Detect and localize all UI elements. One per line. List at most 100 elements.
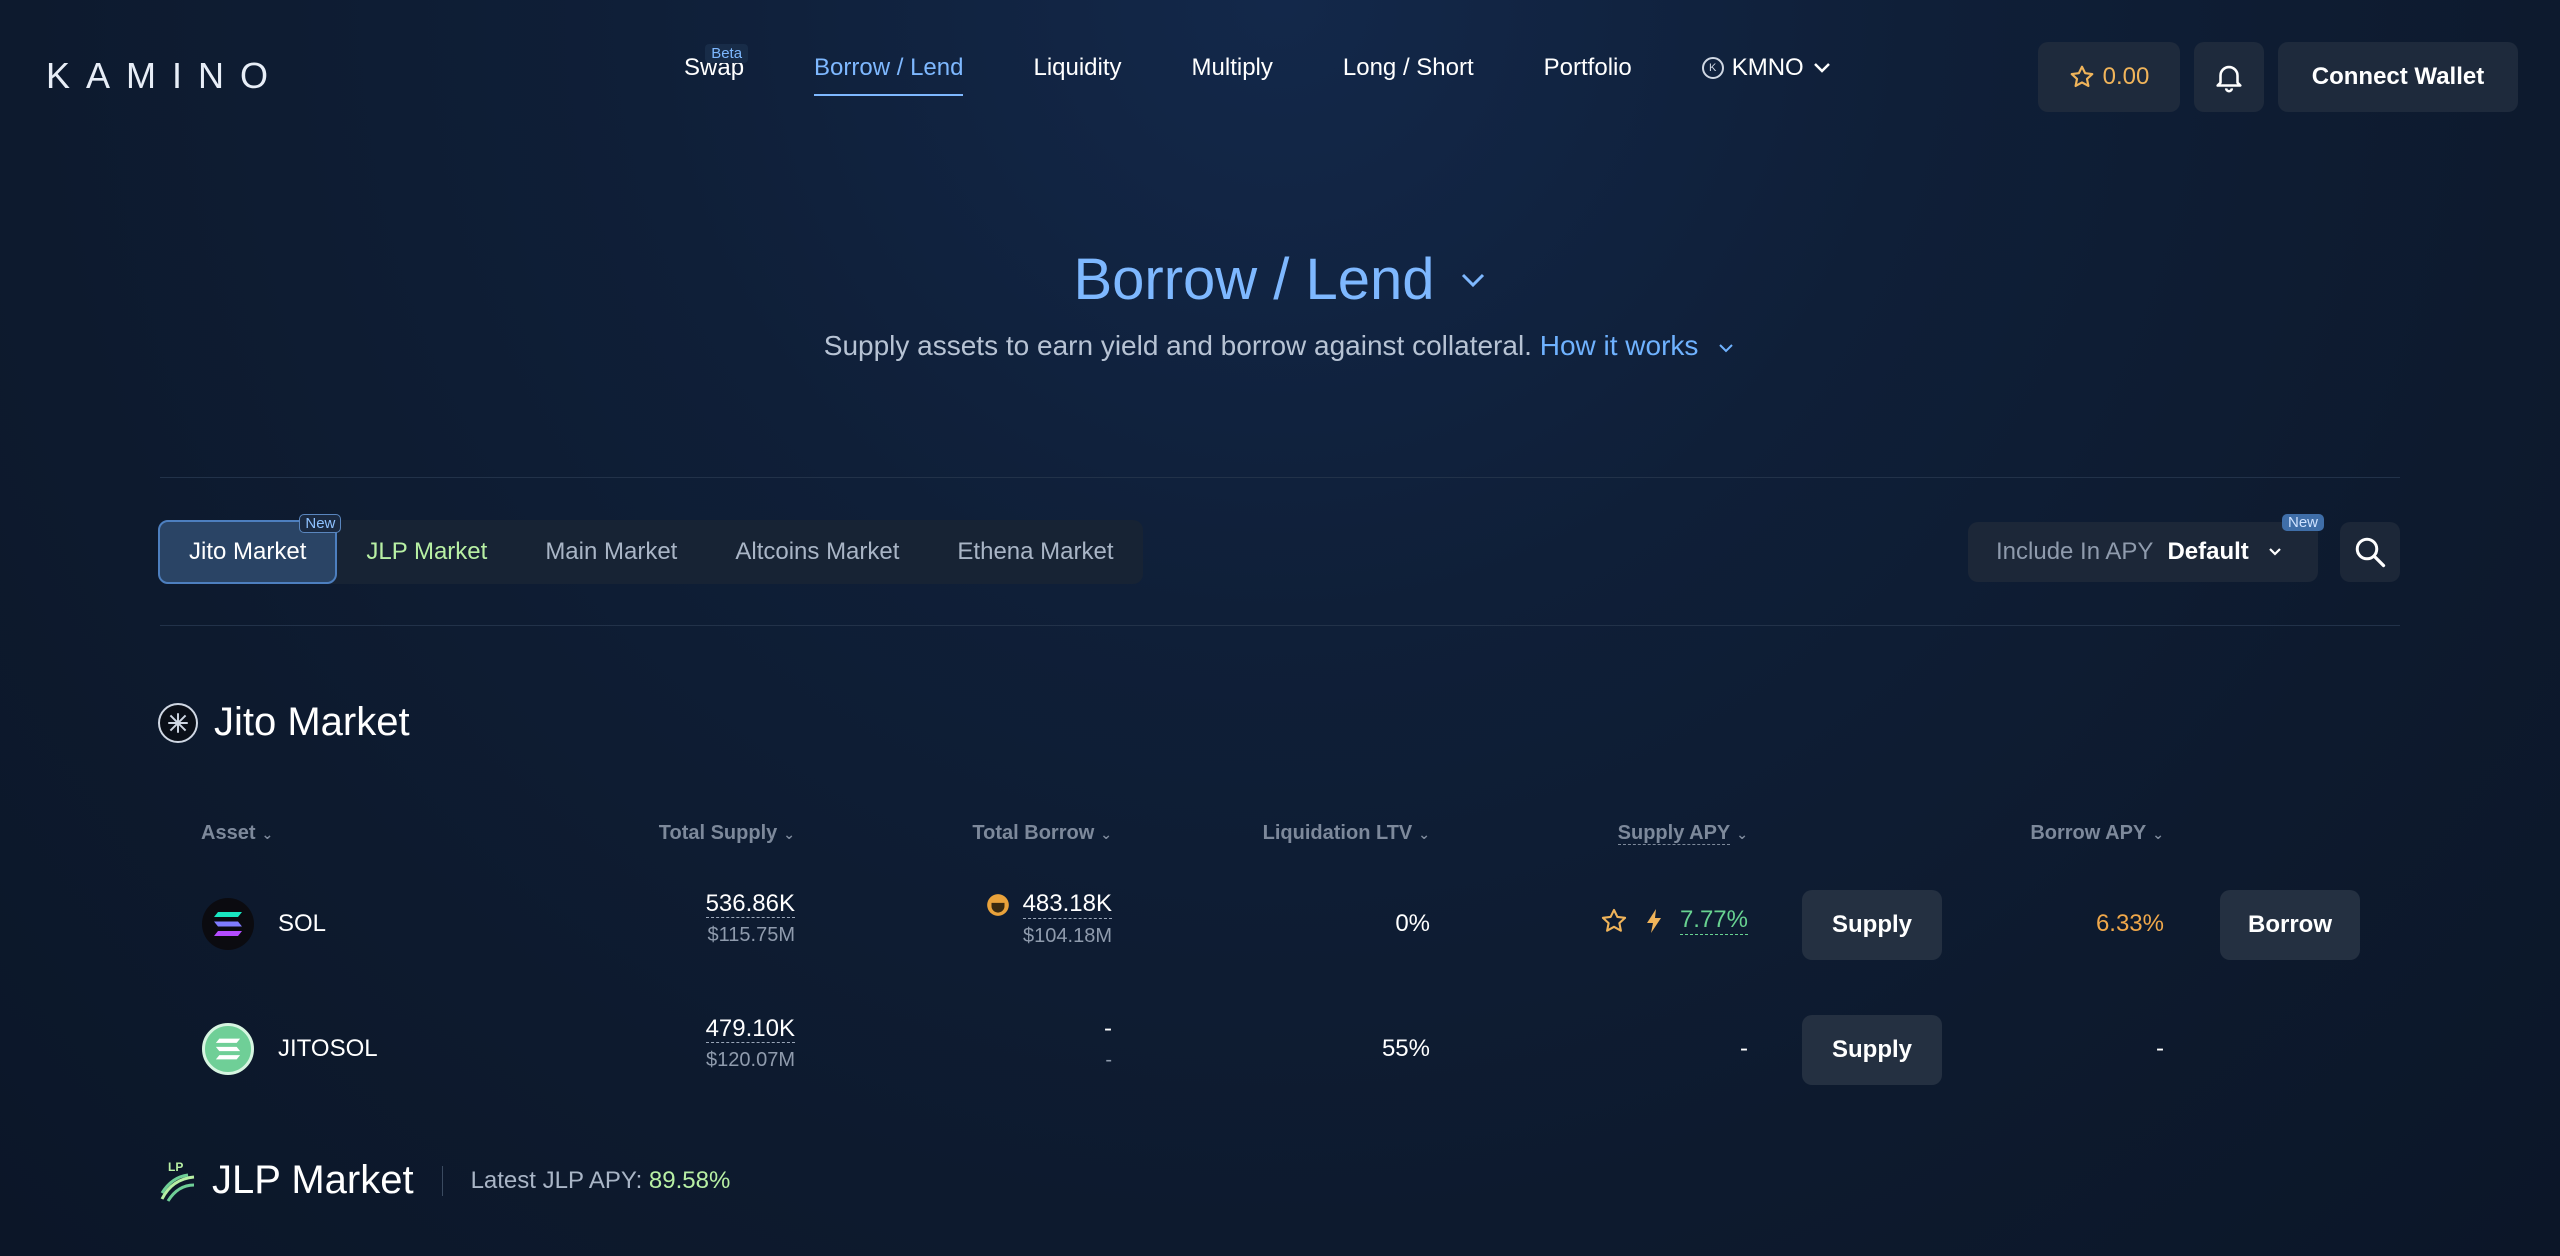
total-supply-cell: 536.86K $115.75M	[705, 890, 795, 947]
nav-swap[interactable]: Swap Beta	[684, 44, 749, 96]
sol-icon	[202, 898, 254, 950]
total-supply-value: 536.86K	[705, 890, 795, 918]
col-asset[interactable]: Asset ⌄	[201, 822, 273, 845]
search-icon	[2355, 537, 2386, 568]
supply-button[interactable]: Supply	[1802, 890, 1942, 960]
asset-name: SOL	[278, 910, 327, 937]
asset-cell[interactable]: SOL	[202, 898, 326, 950]
latest-jlp-apy: Latest JLP APY: 89.58%	[471, 1167, 731, 1195]
col-supply-apy-label: Supply APY	[1617, 822, 1731, 845]
tab-jlp-market[interactable]: JLP Market	[337, 520, 516, 584]
tab-jito-label: Jito Market	[189, 538, 307, 565]
star-icon	[2070, 65, 2094, 88]
apy-filter-label: Include In APY	[1996, 538, 2154, 565]
apy-filter-value: Default	[2167, 538, 2249, 565]
borrow-apy-value: 6.33%	[2095, 910, 2164, 937]
star-icon[interactable]	[1600, 907, 1628, 935]
tab-jito-market[interactable]: Jito Market New	[158, 514, 342, 584]
tab-main-market[interactable]: Main Market	[516, 520, 706, 584]
supply-apy-cell: 7.77%	[1600, 906, 1748, 935]
chevron-down-icon: ⌄	[2152, 826, 2164, 842]
beta-badge: Beta	[705, 44, 749, 63]
kmno-token-icon: K	[1701, 57, 1724, 79]
market-tabs: Jito Market New JLP Market Main Market A…	[158, 514, 1143, 584]
connect-wallet-button[interactable]: Connect Wallet	[2278, 42, 2518, 112]
jlp-apy-label: Latest JLP APY:	[470, 1166, 643, 1194]
supply-apy-value: -	[1740, 1035, 1748, 1062]
total-borrow-value: 483.18K	[1022, 890, 1112, 919]
new-badge: New	[299, 514, 342, 533]
tab-altcoins-market[interactable]: Altcoins Market	[706, 520, 928, 584]
main-nav: Swap Beta Borrow / Lend Liquidity Multip…	[684, 44, 1832, 106]
how-it-works-label: How it works	[1539, 330, 1699, 361]
total-borrow-value: -	[1104, 1015, 1112, 1042]
logo-text: KAMINO	[46, 55, 285, 96]
nav-portfolio[interactable]: Portfolio	[1544, 54, 1632, 96]
nav-borrow-lend[interactable]: Borrow / Lend	[814, 54, 964, 96]
chevron-down-icon	[1719, 344, 1733, 353]
nav-multiply[interactable]: Multiply	[1192, 54, 1273, 96]
market-title: JLP Market	[212, 1158, 414, 1202]
total-borrow-cell: - -	[1104, 1015, 1112, 1072]
col-total-supply[interactable]: Total Supply ⌄	[659, 822, 795, 845]
chevron-down-icon: ⌄	[1100, 826, 1112, 842]
chevron-down-icon	[2269, 548, 2281, 556]
kamino-logo[interactable]: KAMINO	[40, 40, 280, 112]
separator	[441, 1165, 443, 1196]
jlp-apy-value: 89.58%	[648, 1166, 731, 1194]
asset-cell[interactable]: JITOSOL	[202, 1023, 378, 1075]
chevron-down-icon: ⌄	[783, 826, 795, 842]
col-ltv-label: Liquidation LTV	[1262, 822, 1413, 844]
nav-long-short[interactable]: Long / Short	[1343, 54, 1474, 96]
jlp-icon: LP	[160, 1160, 195, 1202]
jito-market-icon	[158, 702, 198, 743]
borrow-button[interactable]: Borrow	[2220, 890, 2360, 960]
divider	[160, 625, 2400, 626]
search-button[interactable]	[2340, 522, 2400, 582]
how-it-works-link[interactable]: How it works	[1540, 330, 1736, 361]
asset-name: JITOSOL	[278, 1035, 378, 1062]
col-borrow-apy-label: Borrow APY	[2030, 822, 2147, 844]
col-total-borrow-label: Total Borrow	[972, 822, 1095, 844]
supply-button[interactable]: Supply	[1802, 1015, 1942, 1085]
col-liquidation-ltv[interactable]: Liquidation LTV ⌄	[1263, 822, 1430, 845]
col-total-borrow[interactable]: Total Borrow ⌄	[972, 822, 1112, 845]
supply-apy-value: 7.77%	[1679, 906, 1748, 935]
new-badge: New	[2281, 514, 2324, 531]
chevron-down-icon: ⌄	[1418, 826, 1430, 842]
total-borrow-cell: 483.18K $104.18M	[985, 890, 1112, 948]
col-borrow-apy[interactable]: Borrow APY ⌄	[2030, 822, 2164, 845]
total-supply-usd: $120.07M	[706, 1049, 795, 1071]
points-value: 0.00	[2102, 63, 2150, 90]
hero-subtitle: Supply assets to earn yield and borrow a…	[0, 330, 2560, 362]
jlp-market-header: LP JLP Market Latest JLP APY: 89.58%	[158, 1158, 730, 1203]
col-asset-label: Asset	[201, 822, 256, 844]
hero-title-dropdown[interactable]: Borrow / Lend	[0, 246, 2560, 313]
points-button[interactable]: 0.00	[2038, 42, 2180, 112]
notifications-button[interactable]	[2194, 42, 2264, 112]
include-in-apy-select[interactable]: Include In APY Default New	[1968, 514, 2324, 582]
tab-ethena-market[interactable]: Ethena Market	[928, 520, 1142, 584]
jitosol-icon	[202, 1023, 254, 1075]
page-title: Borrow / Lend	[1073, 247, 1435, 312]
chevron-down-icon: ⌄	[1736, 826, 1748, 842]
chevron-down-icon	[1813, 63, 1830, 73]
market-title: Jito Market	[214, 700, 410, 744]
bell-icon	[2216, 65, 2242, 93]
total-borrow-usd: -	[1105, 1049, 1112, 1071]
col-supply-apy[interactable]: Supply APY ⌄	[1617, 822, 1748, 845]
divider	[160, 477, 2400, 478]
svg-text:LP: LP	[168, 1160, 183, 1174]
total-supply-usd: $115.75M	[707, 924, 795, 946]
total-supply-cell: 479.10K $120.07M	[705, 1015, 795, 1072]
total-supply-value: 479.10K	[705, 1015, 795, 1043]
col-total-supply-label: Total Supply	[658, 822, 778, 844]
borrow-apy-value: -	[2156, 1035, 2164, 1062]
nav-liquidity[interactable]: Liquidity	[1033, 54, 1121, 96]
lightning-icon	[1646, 908, 1661, 933]
nav-kmno-dropdown[interactable]: K KMNO	[1701, 54, 1832, 96]
jito-market-header: Jito Market	[158, 700, 410, 745]
borrow-cap-icon	[986, 893, 1009, 916]
ltv-value: 0%	[1395, 910, 1430, 937]
total-borrow-usd: $104.18M	[1023, 925, 1112, 947]
